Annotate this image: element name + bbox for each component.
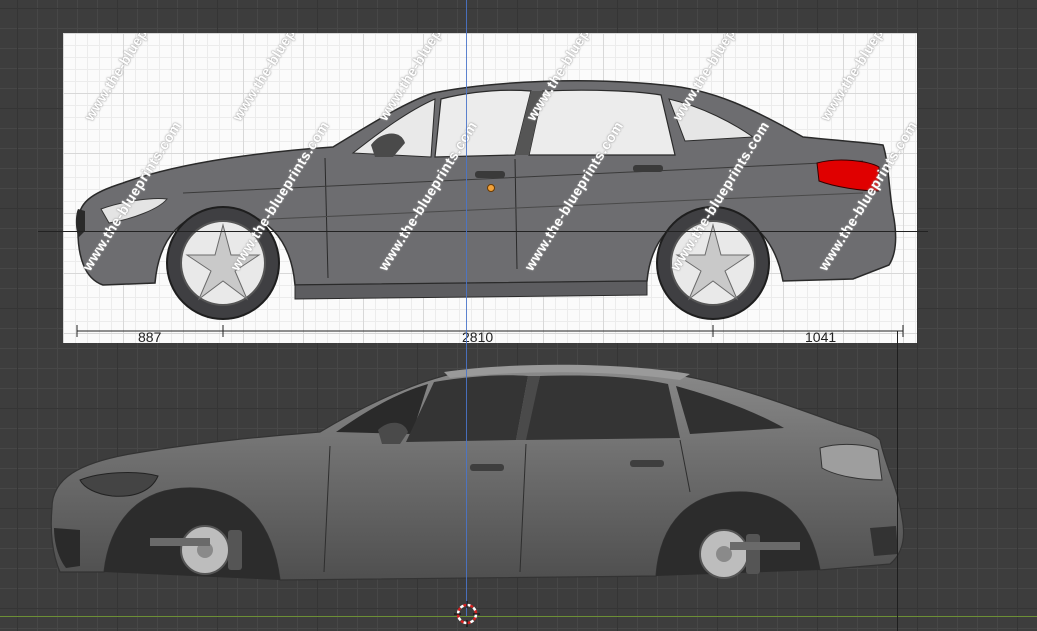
- 3d-viewport[interactable]: 887 2810 1041 www.the-blueprints.com www…: [0, 0, 1037, 631]
- 3d-car-model[interactable]: [40, 358, 920, 593]
- object-origin-dot[interactable]: [487, 184, 495, 192]
- front-overhang-dimension: 887: [138, 329, 162, 343]
- x-axis-line: [0, 616, 1037, 617]
- rear-overhang-dimension: 1041: [805, 329, 837, 343]
- 3d-cursor-icon[interactable]: [454, 601, 480, 627]
- y-axis-line: [466, 0, 467, 616]
- vertical-guide-line: [897, 331, 898, 631]
- horizontal-guide-line: [38, 231, 928, 232]
